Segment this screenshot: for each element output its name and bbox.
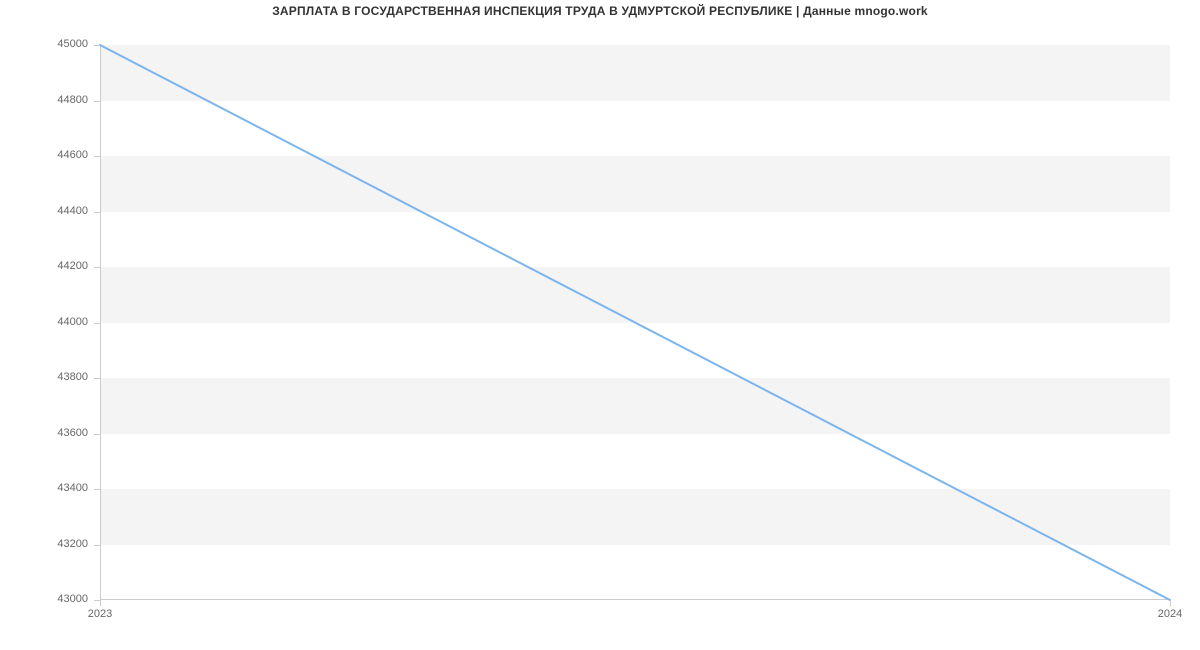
x-tick-mark xyxy=(100,600,101,606)
y-tick-mark xyxy=(94,323,100,324)
y-tick-label: 43400 xyxy=(8,482,88,494)
y-tick-mark xyxy=(94,101,100,102)
y-tick-label: 44400 xyxy=(8,205,88,217)
y-tick-label: 43000 xyxy=(8,593,88,605)
y-tick-mark xyxy=(94,489,100,490)
chart-container: ЗАРПЛАТА В ГОСУДАРСТВЕННАЯ ИНСПЕКЦИЯ ТРУ… xyxy=(0,0,1200,650)
y-tick-mark xyxy=(94,45,100,46)
y-tick-mark xyxy=(94,267,100,268)
y-tick-label: 43800 xyxy=(8,371,88,383)
y-tick-mark xyxy=(94,378,100,379)
y-tick-mark xyxy=(94,545,100,546)
series-line xyxy=(100,45,1170,600)
chart-title: ЗАРПЛАТА В ГОСУДАРСТВЕННАЯ ИНСПЕКЦИЯ ТРУ… xyxy=(0,4,1200,18)
x-tick-mark xyxy=(1170,600,1171,606)
y-tick-label: 45000 xyxy=(8,38,88,50)
y-tick-label: 43200 xyxy=(8,538,88,550)
x-tick-label: 2023 xyxy=(88,608,112,620)
y-tick-label: 43600 xyxy=(8,427,88,439)
y-tick-mark xyxy=(94,156,100,157)
line-series-svg xyxy=(100,45,1170,600)
y-tick-label: 44200 xyxy=(8,260,88,272)
plot-area: 4300043200434004360043800440004420044400… xyxy=(100,45,1170,600)
x-tick-label: 2024 xyxy=(1158,608,1182,620)
y-tick-label: 44600 xyxy=(8,149,88,161)
y-tick-label: 44800 xyxy=(8,94,88,106)
y-tick-mark xyxy=(94,434,100,435)
y-tick-mark xyxy=(94,212,100,213)
y-tick-label: 44000 xyxy=(8,316,88,328)
